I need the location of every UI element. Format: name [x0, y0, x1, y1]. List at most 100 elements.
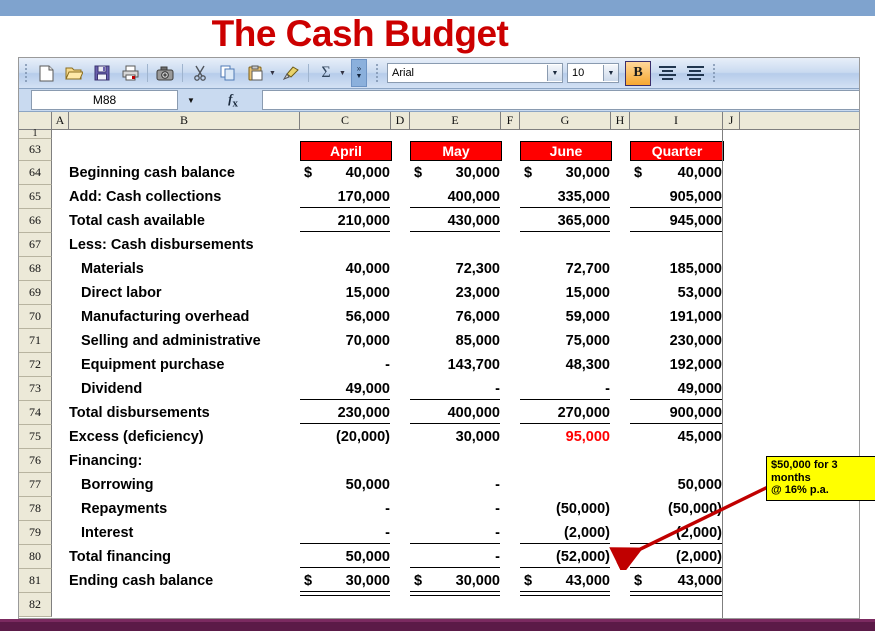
column-header-a[interactable]: A: [52, 112, 69, 129]
cell-value[interactable]: 75,000: [520, 329, 616, 352]
cell-value[interactable]: (2,000): [630, 545, 728, 568]
print-icon[interactable]: [117, 60, 143, 86]
column-header-b[interactable]: B: [69, 112, 300, 129]
format-painter-icon[interactable]: [278, 60, 304, 86]
row-header-69[interactable]: 69: [19, 281, 52, 305]
cell-value[interactable]: 335,000: [520, 185, 616, 208]
font-size-dropdown-arrow[interactable]: ▼: [603, 65, 618, 81]
row-header-75[interactable]: 75: [19, 425, 52, 449]
cell-value[interactable]: 40,000: [630, 161, 728, 184]
font-name-dropdown-arrow[interactable]: ▼: [547, 65, 562, 81]
cell-value[interactable]: 905,000: [630, 185, 728, 208]
cell-value[interactable]: 49,000: [630, 377, 728, 400]
cell-value[interactable]: (50,000): [630, 497, 728, 520]
new-document-icon[interactable]: [33, 60, 59, 86]
cell-value[interactable]: -: [410, 473, 506, 496]
cell-value[interactable]: 15,000: [520, 281, 616, 304]
row-header-78[interactable]: 78: [19, 497, 52, 521]
autosum-icon[interactable]: Σ: [313, 60, 339, 86]
paste-dropdown-arrow[interactable]: ▼: [268, 70, 277, 77]
insert-function-icon[interactable]: fx: [204, 91, 262, 110]
cell-value[interactable]: 49,000: [300, 377, 396, 400]
cell-value[interactable]: 43,000: [520, 569, 616, 592]
row-header-79[interactable]: 79: [19, 521, 52, 545]
cell-value[interactable]: -: [300, 353, 396, 376]
cell-value[interactable]: 76,000: [410, 305, 506, 328]
cell-value[interactable]: (50,000): [520, 497, 616, 520]
cell-value[interactable]: 40,000: [300, 257, 396, 280]
row-label[interactable]: Dividend: [81, 377, 311, 400]
row-label[interactable]: Total cash available: [69, 209, 299, 232]
cell-value[interactable]: -: [410, 545, 506, 568]
cell-value[interactable]: (20,000): [300, 425, 396, 448]
cell-value[interactable]: 185,000: [630, 257, 728, 280]
row-header-68[interactable]: 68: [19, 257, 52, 281]
cell-value[interactable]: -: [520, 377, 616, 400]
cell-value[interactable]: 50,000: [630, 473, 728, 496]
row-header-74[interactable]: 74: [19, 401, 52, 425]
row-label[interactable]: Add: Cash collections: [69, 185, 299, 208]
cell-value[interactable]: 30,000: [410, 569, 506, 592]
cell-value[interactable]: 15,000: [300, 281, 396, 304]
cell-value[interactable]: 43,000: [630, 569, 728, 592]
row-label[interactable]: Less: Cash disbursements: [69, 233, 299, 256]
cell-value[interactable]: 270,000: [520, 401, 616, 424]
row-label[interactable]: Financing:: [69, 449, 299, 472]
cell-value[interactable]: 30,000: [410, 161, 506, 184]
formula-input[interactable]: [262, 90, 859, 110]
row-label[interactable]: Total financing: [69, 545, 299, 568]
name-box-dropdown-arrow[interactable]: ▼: [178, 96, 204, 105]
column-header-f[interactable]: F: [501, 112, 520, 129]
row-header-81[interactable]: 81: [19, 569, 52, 593]
formatting-toolbar-grip[interactable]: [373, 63, 380, 83]
toolbar-grip-end[interactable]: [710, 63, 717, 83]
cell-value[interactable]: 50,000: [300, 545, 396, 568]
bold-button[interactable]: B: [625, 60, 651, 86]
row-header-67[interactable]: 67: [19, 233, 52, 257]
column-header-i[interactable]: I: [630, 112, 723, 129]
column-header-e[interactable]: E: [410, 112, 501, 129]
column-header-c[interactable]: C: [300, 112, 391, 129]
row-label[interactable]: Materials: [81, 257, 311, 280]
column-header-h[interactable]: H: [611, 112, 630, 129]
row-header-72[interactable]: 72: [19, 353, 52, 377]
row-label[interactable]: Total disbursements: [69, 401, 299, 424]
cell-value[interactable]: 72,700: [520, 257, 616, 280]
cell-value[interactable]: 56,000: [300, 305, 396, 328]
row-label[interactable]: Repayments: [81, 497, 311, 520]
cell-value[interactable]: 143,700: [410, 353, 506, 376]
paste-icon[interactable]: [243, 60, 269, 86]
toolbar-options-button[interactable]: » ▼: [351, 59, 367, 87]
cell-value[interactable]: 945,000: [630, 209, 728, 232]
cell-value[interactable]: 23,000: [410, 281, 506, 304]
row-label[interactable]: Ending cash balance: [69, 569, 299, 592]
font-name-combo[interactable]: Arial ▼: [387, 63, 563, 83]
cell-value[interactable]: (52,000): [520, 545, 616, 568]
row-label[interactable]: Interest: [81, 521, 311, 544]
open-folder-icon[interactable]: [61, 60, 87, 86]
autosum-dropdown-arrow[interactable]: ▼: [338, 70, 347, 77]
column-header-j[interactable]: J: [723, 112, 740, 129]
cell-value[interactable]: 400,000: [410, 185, 506, 208]
cell-value[interactable]: 400,000: [410, 401, 506, 424]
cell-value[interactable]: 50,000: [300, 473, 396, 496]
cell-value[interactable]: 430,000: [410, 209, 506, 232]
row-header-73[interactable]: 73: [19, 377, 52, 401]
cell-value[interactable]: 72,300: [410, 257, 506, 280]
cell-value[interactable]: 192,000: [630, 353, 728, 376]
row-label[interactable]: Borrowing: [81, 473, 311, 496]
align-center-button[interactable]: [683, 62, 707, 85]
name-box[interactable]: M88: [31, 90, 178, 110]
row-header-77[interactable]: 77: [19, 473, 52, 497]
copy-icon[interactable]: [215, 60, 241, 86]
row-label[interactable]: Direct labor: [81, 281, 311, 304]
row-header-80[interactable]: 80: [19, 545, 52, 569]
period-header-april[interactable]: April: [300, 141, 392, 161]
row-header-71[interactable]: 71: [19, 329, 52, 353]
cell-value[interactable]: 59,000: [520, 305, 616, 328]
column-header-g[interactable]: G: [520, 112, 611, 129]
cell-value[interactable]: 95,000: [520, 425, 616, 448]
cell-value[interactable]: (2,000): [520, 521, 616, 544]
row-header-partial[interactable]: 1: [19, 129, 52, 139]
cut-icon[interactable]: [187, 60, 213, 86]
